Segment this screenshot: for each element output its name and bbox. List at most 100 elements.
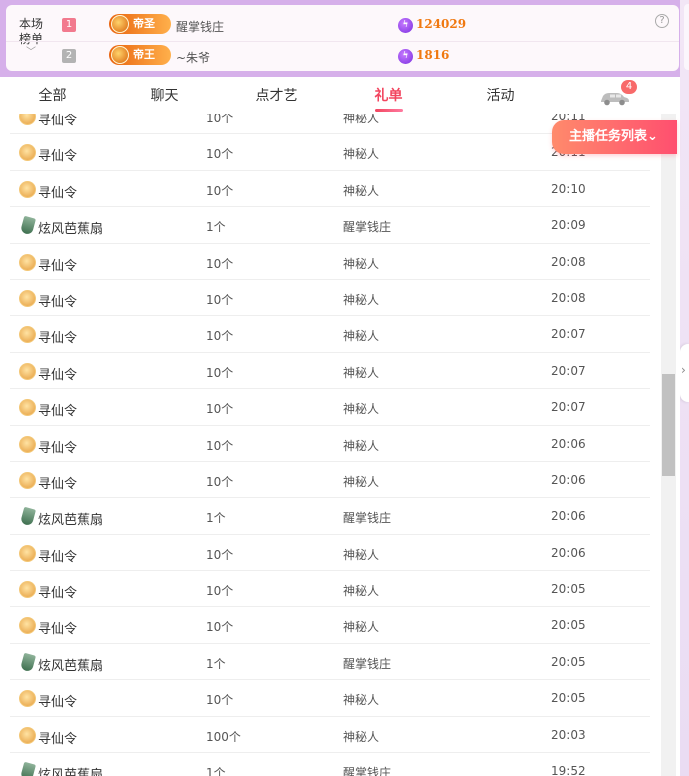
- gift-sender[interactable]: 神秘人: [343, 400, 379, 417]
- gift-quantity: 10个: [206, 402, 234, 417]
- token-gift-icon: [19, 362, 36, 380]
- token-gift-icon: [19, 544, 36, 562]
- gift-row: 寻仙令 10个 神秘人 20:06: [10, 462, 650, 499]
- tab-chat[interactable]: 聊天: [112, 77, 217, 115]
- gift-name: 炫风芭蕉扇: [38, 768, 104, 776]
- gift-sender[interactable]: 神秘人: [343, 327, 379, 344]
- tab-activity[interactable]: 活动: [448, 77, 553, 115]
- active-tab-underline: [374, 109, 403, 112]
- gift-quantity: 10个: [206, 147, 234, 162]
- gift-time: 20:06: [551, 436, 586, 451]
- gift-sender[interactable]: 神秘人: [343, 437, 379, 454]
- gift-sender[interactable]: 神秘人: [343, 255, 379, 272]
- rank-score: ϟ 1816: [398, 48, 449, 64]
- rank-user-name[interactable]: 醒掌钱庄: [176, 18, 224, 35]
- gift-name: 寻仙令: [38, 404, 78, 420]
- gift-row: 炫风芭蕉扇 1个 醒掌钱庄 19:52: [10, 753, 650, 776]
- gift-time: 20:08: [551, 290, 586, 305]
- gift-time: 20:08: [551, 254, 586, 269]
- gift-list[interactable]: 寻仙令10个神秘人20:11寻仙令10个神秘人20:11寻仙令10个神秘人20:…: [0, 114, 680, 776]
- gift-time: 20:05: [551, 618, 586, 633]
- gift-sender[interactable]: 醒掌钱庄: [343, 509, 391, 526]
- gift-name: 炫风芭蕉扇: [38, 658, 104, 674]
- token-gift-icon: [19, 690, 36, 708]
- gift-rows: 寻仙令10个神秘人20:11寻仙令10个神秘人20:11寻仙令10个神秘人20:…: [10, 114, 650, 776]
- gift-quantity: 10个: [206, 584, 234, 599]
- gift-sender[interactable]: 神秘人: [343, 364, 379, 381]
- gift-sender[interactable]: 醒掌钱庄: [343, 655, 391, 672]
- gift-time: 20:10: [551, 181, 586, 196]
- token-gift-icon: [19, 399, 36, 417]
- gift-sender[interactable]: 醒掌钱庄: [343, 764, 391, 776]
- fan-gift-icon: [20, 507, 36, 527]
- gift-row: 炫风芭蕉扇 1个 醒掌钱庄 20:09: [10, 207, 650, 244]
- right-side-strip: ›: [680, 0, 689, 776]
- gift-row: 寻仙令 10个 神秘人 20:07: [10, 389, 650, 426]
- gift-sender[interactable]: 醒掌钱庄: [343, 218, 391, 235]
- fan-gift-icon: [20, 761, 36, 776]
- gift-sender[interactable]: 神秘人: [343, 618, 379, 635]
- gift-name: 寻仙令: [38, 695, 78, 711]
- gift-name: 寻仙令: [38, 549, 78, 565]
- gift-row: 寻仙令 10个 神秘人 20:08: [10, 280, 650, 317]
- lightning-icon: ϟ: [398, 49, 413, 64]
- gift-sender[interactable]: 神秘人: [343, 691, 379, 708]
- tab-gifts[interactable]: 礼单: [336, 77, 441, 115]
- gift-name: 寻仙令: [38, 731, 78, 747]
- gift-row: 寻仙令 10个 神秘人 20:05: [10, 680, 650, 717]
- gift-sender[interactable]: 神秘人: [343, 182, 379, 199]
- side-card: [684, 4, 689, 70]
- badge-label: 帝圣: [133, 17, 155, 30]
- gift-row: 寻仙令 10个 神秘人 20:08: [10, 244, 650, 280]
- gift-name: 寻仙令: [38, 149, 78, 165]
- token-gift-icon: [19, 435, 36, 453]
- rank-row[interactable]: 2 帝王 ~朱爷 ϟ 1816: [6, 41, 679, 71]
- gift-quantity: 100个: [206, 729, 241, 744]
- token-gift-icon: [19, 144, 36, 162]
- rank-score-value: 124029: [416, 17, 467, 31]
- gift-sender[interactable]: 神秘人: [343, 728, 379, 745]
- scrollbar-thumb[interactable]: [662, 374, 675, 476]
- level-badge: 帝圣: [109, 14, 171, 34]
- gift-sender[interactable]: 神秘人: [343, 582, 379, 599]
- gift-sender[interactable]: 神秘人: [343, 291, 379, 308]
- gift-name: 寻仙令: [38, 476, 78, 492]
- chevron-right-icon: ›: [681, 363, 686, 377]
- gift-quantity: 1个: [206, 656, 226, 671]
- streamer-task-list-button[interactable]: 主播任务列表⌄: [552, 120, 677, 154]
- rank-user-name[interactable]: ~朱爷: [176, 49, 210, 66]
- gift-name: 寻仙令: [38, 586, 78, 602]
- expand-panel-handle[interactable]: ›: [680, 344, 689, 402]
- gift-sender[interactable]: 神秘人: [343, 546, 379, 563]
- crest-icon: [111, 15, 129, 33]
- gift-sender[interactable]: 神秘人: [343, 473, 379, 490]
- rank-number: 2: [62, 49, 76, 63]
- gift-name: 寻仙令: [38, 258, 78, 274]
- gift-quantity: 1个: [206, 220, 226, 235]
- gift-quantity: 10个: [206, 693, 234, 708]
- gift-name: 炫风芭蕉扇: [38, 222, 104, 238]
- token-gift-icon: [19, 726, 36, 744]
- gift-quantity: 10个: [206, 438, 234, 453]
- gift-time: 20:06: [551, 545, 586, 560]
- token-gift-icon: [19, 180, 36, 198]
- gift-row: 寻仙令 10个 神秘人 20:07: [10, 316, 650, 353]
- gift-quantity: 10个: [206, 183, 234, 198]
- gift-time: 20:07: [551, 327, 586, 342]
- gift-time: 20:05: [551, 654, 586, 669]
- gift-quantity: 10个: [206, 292, 234, 307]
- tab-talent[interactable]: 点才艺: [224, 77, 329, 115]
- tab-label: 点才艺: [255, 88, 298, 104]
- gift-sender[interactable]: 神秘人: [343, 145, 379, 162]
- tab-bar: 全部 聊天 点才艺 礼单 活动 4: [0, 77, 680, 115]
- gift-quantity: 10个: [206, 256, 234, 271]
- gift-quantity: 1个: [206, 766, 226, 776]
- fan-gift-icon: [20, 652, 36, 673]
- gift-name: 炫风芭蕉扇: [38, 513, 104, 529]
- tab-label: 聊天: [150, 88, 179, 104]
- rank-row[interactable]: 1 帝圣 醒掌钱庄 ϟ 124029: [6, 11, 679, 41]
- tab-all[interactable]: 全部: [0, 77, 105, 115]
- gift-name: 寻仙令: [38, 331, 78, 347]
- badge-label: 帝王: [133, 48, 155, 61]
- gift-sender[interactable]: 神秘人: [343, 114, 379, 126]
